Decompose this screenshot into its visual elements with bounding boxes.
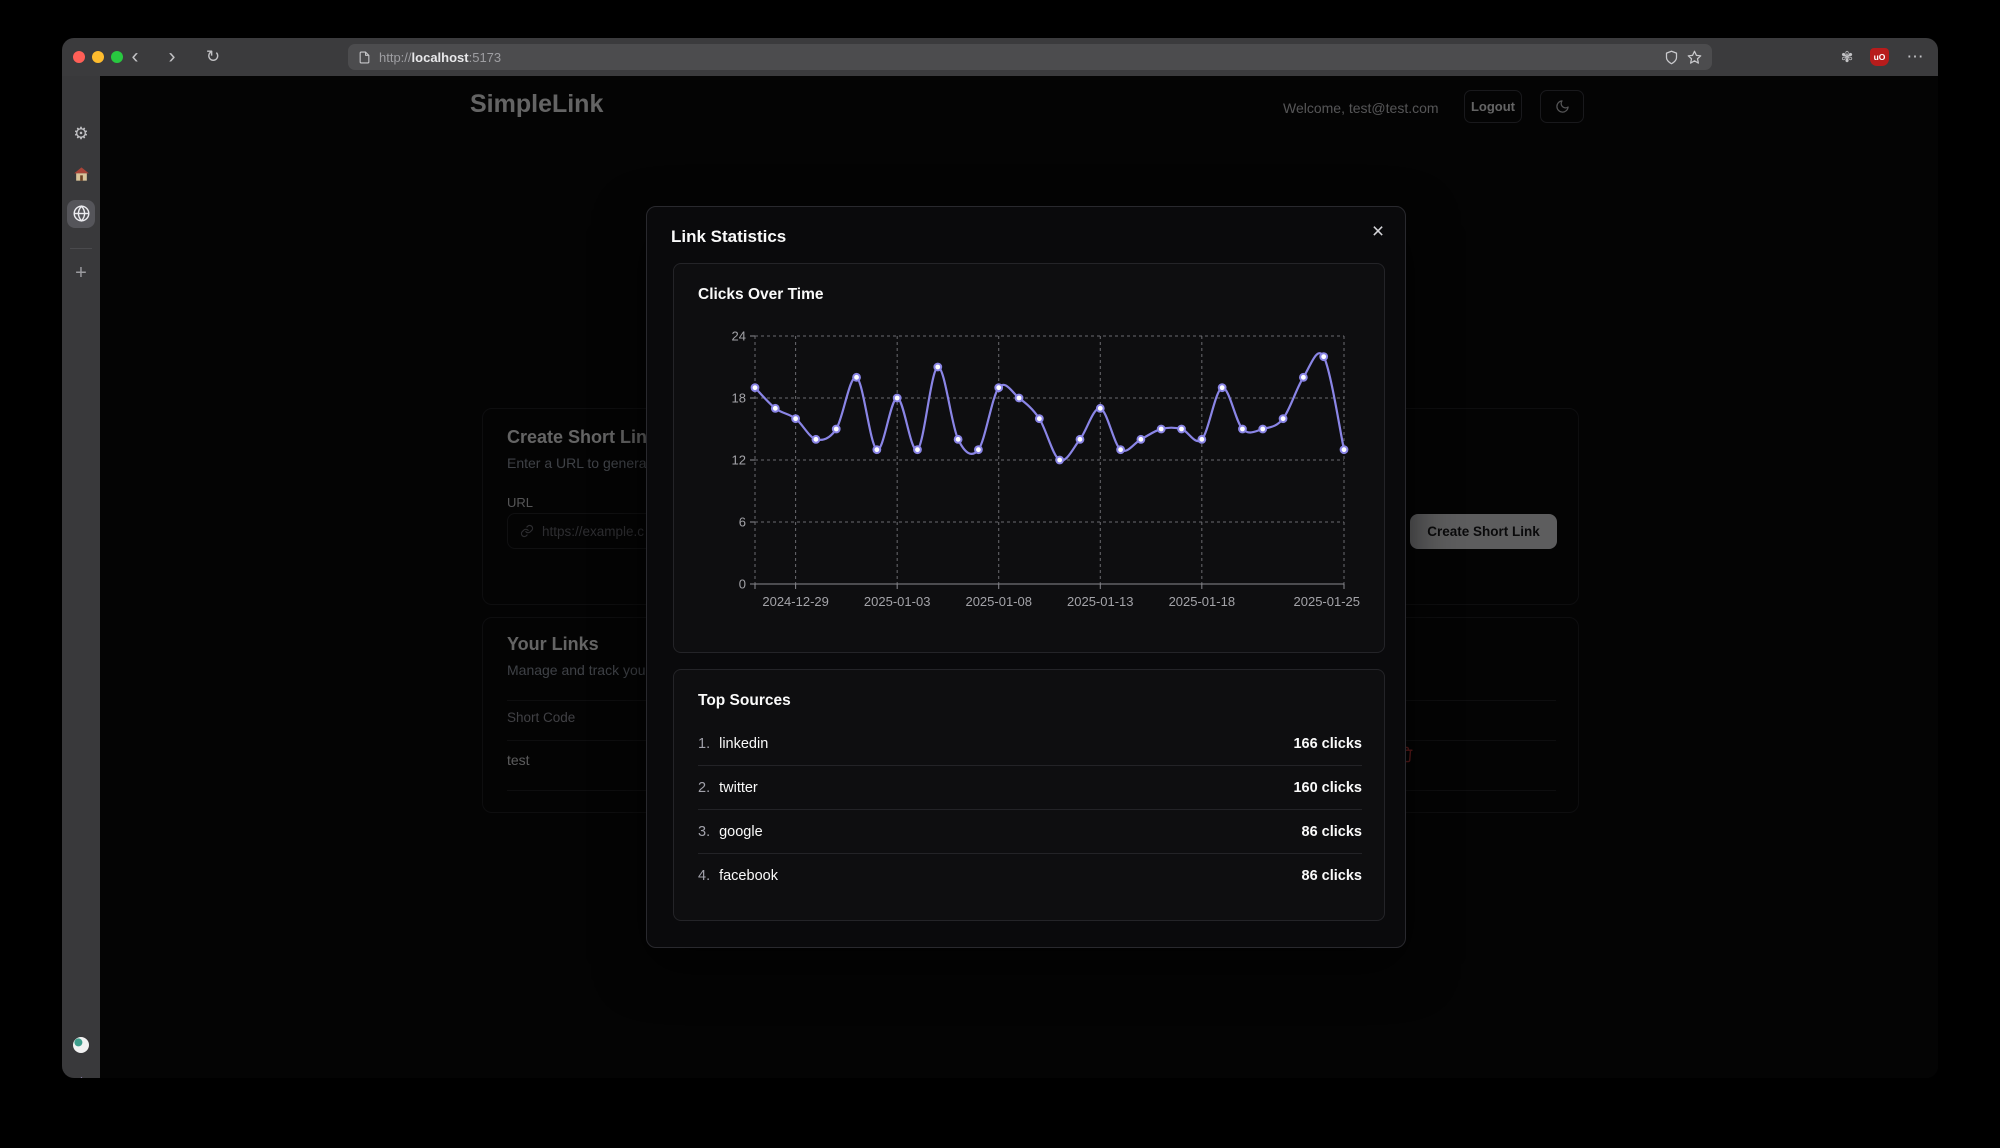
browser-window: ‹ › ↻ http://localhost:5173 ✾ (62, 38, 1938, 1078)
ublock-extension-icon[interactable]: uO (1870, 48, 1889, 66)
source-clicks: 86 clicks (1302, 868, 1362, 884)
svg-text:18: 18 (732, 391, 746, 406)
svg-text:2025-01-25: 2025-01-25 (1294, 594, 1361, 609)
svg-text:2025-01-08: 2025-01-08 (965, 594, 1032, 609)
source-row: 4. facebook 86 clicks (698, 854, 1362, 898)
downloads-icon[interactable] (62, 1076, 100, 1078)
source-clicks: 160 clicks (1293, 780, 1362, 796)
source-rank: 4. (698, 868, 710, 884)
home-tab-icon[interactable] (62, 166, 100, 182)
source-rank: 1. (698, 736, 710, 752)
url-text: http://localhost:5173 (379, 50, 501, 65)
sources-list: 1. linkedin 166 clicks 2. twitter 160 clic… (698, 722, 1362, 898)
source-rank: 2. (698, 780, 710, 796)
back-icon[interactable]: ‹ (122, 38, 148, 76)
source-rank: 3. (698, 824, 710, 840)
close-window-button[interactable] (73, 51, 85, 63)
url-bar[interactable]: http://localhost:5173 (348, 44, 1712, 70)
link-statistics-modal: Link Statistics × Clicks Over Time 0 6 12 1… (646, 206, 1406, 948)
new-tab-plus-icon[interactable]: + (62, 262, 100, 285)
traffic-lights (73, 51, 123, 63)
svg-text:6: 6 (739, 515, 746, 530)
svg-text:24: 24 (732, 329, 746, 344)
svg-text:12: 12 (732, 453, 746, 468)
chart-card-title: Clicks Over Time (698, 286, 824, 304)
source-clicks: 166 clicks (1293, 736, 1362, 752)
minimize-window-button[interactable] (92, 51, 104, 63)
svg-text:2025-01-13: 2025-01-13 (1067, 594, 1134, 609)
source-name: google (719, 824, 763, 840)
browser-toolbar: ‹ › ↻ http://localhost:5173 ✾ (62, 38, 1938, 76)
source-clicks: 86 clicks (1302, 824, 1362, 840)
svg-text:0: 0 (739, 577, 746, 592)
extensions-icon[interactable]: ✾ (1834, 38, 1860, 76)
sources-card-title: Top Sources (698, 692, 791, 710)
clicks-over-time-chart: 0 6 12 18 24 2024-12-29 2025-01-03 2025-01-08 20… (708, 328, 1364, 618)
shield-icon[interactable] (1664, 50, 1679, 65)
source-name: linkedin (719, 736, 768, 752)
sidebar-divider (70, 248, 92, 249)
top-sources-card: Top Sources 1. linkedin 166 clicks 2. twit… (673, 669, 1385, 921)
svg-text:2025-01-18: 2025-01-18 (1169, 594, 1236, 609)
svg-text:2025-01-03: 2025-01-03 (864, 594, 931, 609)
settings-gear-icon[interactable]: ⚙ (62, 124, 100, 144)
globe-tab-icon[interactable] (62, 204, 100, 223)
clicks-chart-card: Clicks Over Time 0 6 12 18 24 2024-12-29 2025-… (673, 263, 1385, 653)
svg-text:2024-12-29: 2024-12-29 (762, 594, 829, 609)
browser-sidebar: ⚙ + (62, 76, 100, 1078)
bookmark-star-icon[interactable] (1687, 50, 1702, 65)
source-row: 3. google 86 clicks (698, 810, 1362, 854)
source-row: 1. linkedin 166 clicks (698, 722, 1362, 766)
modal-title: Link Statistics (671, 227, 786, 247)
menu-ellipsis-icon[interactable]: ⋯ (1902, 38, 1928, 76)
forward-icon[interactable]: › (159, 38, 185, 76)
workspace-logo-icon[interactable] (62, 1036, 100, 1054)
source-name: twitter (719, 780, 758, 796)
reload-icon[interactable]: ↻ (200, 38, 226, 76)
source-row: 2. twitter 160 clicks (698, 766, 1362, 810)
close-icon[interactable]: × (1363, 217, 1393, 247)
page-content: SimpleLink Welcome, test@test.com Logout… (100, 76, 1938, 1078)
page-file-icon (358, 51, 371, 64)
source-name: facebook (719, 868, 778, 884)
